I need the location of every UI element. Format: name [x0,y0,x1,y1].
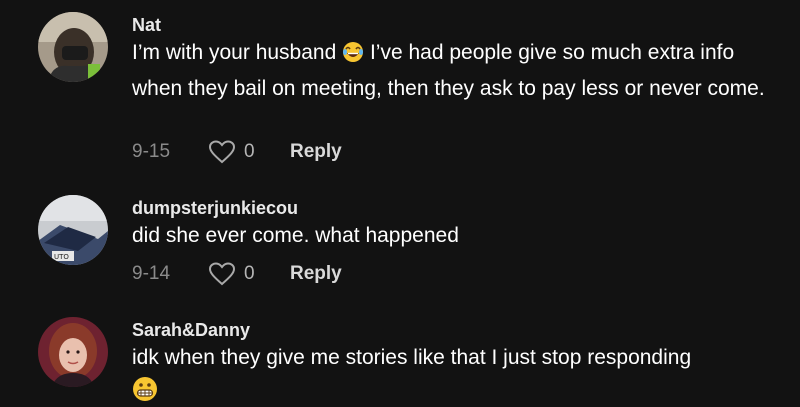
like-button[interactable]: 0 [208,140,290,164]
comment-date: 9-15 [132,141,171,162]
comment-text: did she ever come. what happened [132,224,459,247]
comment-item: Nat I’m with your husband I’ve had peopl… [0,0,800,180]
like-count: 0 [244,263,255,284]
comment-username[interactable]: Sarah&Danny [132,320,250,341]
comment-date: 9-14 [132,263,171,284]
comment-text-part: I’m with your husband [132,41,343,64]
svg-text:UTO: UTO [54,253,69,261]
avatar[interactable]: UTO [38,195,108,265]
comment-item: Sarah&Danny idk when they give me storie… [0,300,800,404]
like-button[interactable]: 0 [208,262,290,286]
comment-text: I’m with your husband I’ve had people gi… [132,37,782,105]
comment-text: idk when they give me stories like that … [132,346,692,369]
comment-username[interactable]: dumpsterjunkiecou [132,198,298,219]
heart-outline-icon[interactable] [208,262,236,286]
avatar[interactable] [38,317,108,387]
comment-meta: 9-15 0 Reply [132,137,342,167]
laughing-emoji-icon [342,41,364,73]
reply-button[interactable]: Reply [290,141,342,163]
grimacing-emoji-icon [132,376,158,407]
reply-button[interactable]: Reply [290,263,342,285]
comment-username[interactable]: Nat [132,15,161,36]
avatar[interactable] [38,12,108,82]
comment-meta: 9-14 0 Reply [132,259,342,289]
heart-outline-icon[interactable] [208,140,236,164]
comment-item: UTO dumpsterjunkiecou did she ever come.… [0,180,800,300]
like-count: 0 [244,141,255,162]
